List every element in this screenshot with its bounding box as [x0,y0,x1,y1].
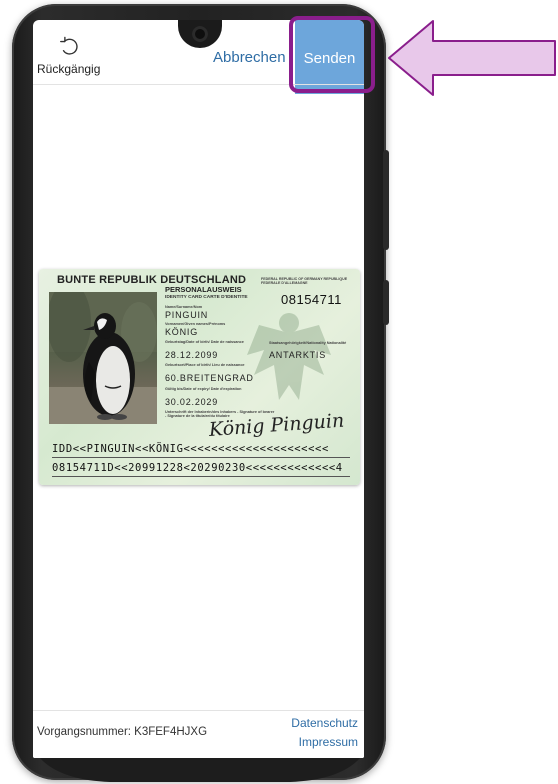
given-names-value: KÖNIG [165,327,199,337]
volume-button [383,150,389,250]
cancel-button[interactable]: Abbrechen [213,49,286,66]
birth-place-value: 60.BREITENGRAD [165,373,254,383]
expiry-date-value: 30.02.2029 [165,397,219,407]
field-label: Geburtstag/Date of birth/ Date de naissa… [165,340,244,344]
pointer-arrow [388,20,556,96]
mrz-line-1: IDD<<PINGUIN<<KÖNIG<<<<<<<<<<<<<<<<<<<<< [52,443,329,455]
eagle-emblem [247,313,331,400]
field-label: Gültig bis/Date of expiry/ Date d'expira… [165,387,242,391]
card-document-title: PERSONALAUSWEIS [165,285,242,294]
penguin-photo [49,292,157,424]
phone-bottom-bezel [40,758,360,782]
surname-value: PINGUIN [165,310,209,320]
case-number: Vorgangsnummer: K3FEF4HJXG [37,726,208,738]
mrz-underline [52,476,350,477]
mrz-line-2: 08154711D<<20991228<20290230<<<<<<<<<<<<… [52,462,343,474]
field-label: Vornamen/Given names/Prénoms [165,322,226,326]
imprint-link[interactable]: Impressum [299,735,358,749]
front-camera [192,26,208,42]
nationality-label: Staatsangehörigkeit/Nationality National… [269,341,347,345]
card-document-subtitle: IDENTITY CARD CARTE D'IDENTITE [165,295,248,300]
send-button-highlight [289,16,375,93]
privacy-link[interactable]: Datenschutz [291,716,358,730]
mrz-underline [52,457,350,458]
undo-icon [60,36,78,55]
field-label: Geburtsort/Place of birth/ Lieu de naiss… [165,363,245,367]
nationality-value: ANTARKTIS [269,350,327,360]
app-screen: Rückgängig Abbrechen Senden BUNTE REPUBL… [33,20,364,758]
birth-date-value: 28.12.2099 [165,350,219,360]
footer: Vorgangsnummer: K3FEF4HJXG Datenschutz I… [33,711,364,758]
id-card-preview: BUNTE REPUBLIK DEUTSCHLAND FEDERAL REPUB… [39,269,360,485]
undo-label: Rückgängig [37,62,101,76]
power-button [383,280,389,325]
card-country-translation: FEDERAL REPUBLIC OF GERMANY REPUBLIQUE F… [261,277,348,285]
field-label: Name/Surname/Nom [165,305,203,309]
